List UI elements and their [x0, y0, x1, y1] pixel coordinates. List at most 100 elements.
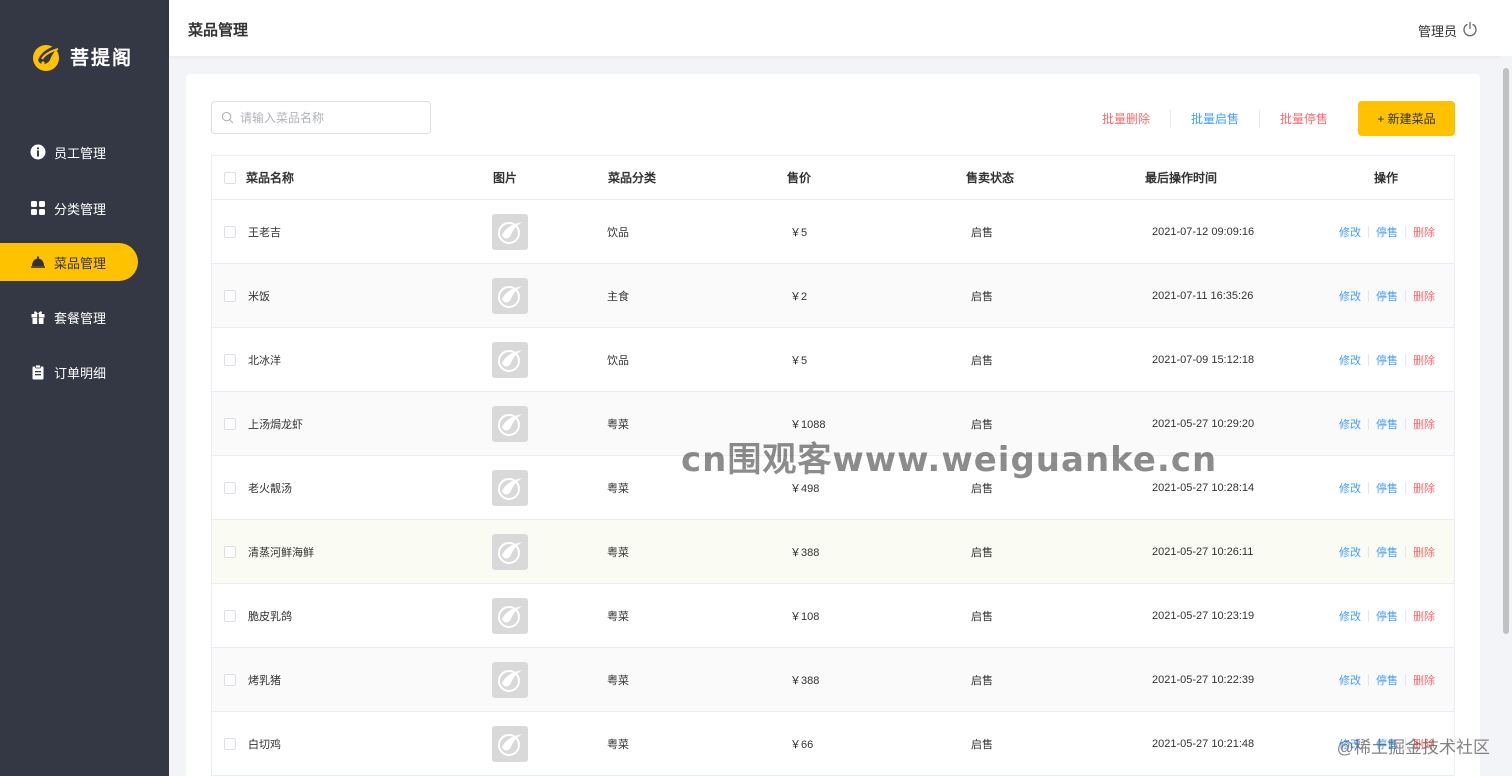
dish-thumbnail [492, 725, 528, 762]
row-actions: 修改 停售 删除 [1339, 480, 1454, 496]
sidebar-item-dishes[interactable]: 菜品管理 [0, 243, 138, 281]
dish-name: 米饭 [248, 290, 270, 303]
divider [1405, 225, 1406, 238]
row-checkbox[interactable] [224, 545, 236, 558]
row-checkbox-cell [212, 673, 246, 686]
sidebar-item-orders[interactable]: 订单明细 [0, 353, 138, 391]
dish-price: ￥66 [790, 738, 814, 751]
disable-button[interactable]: 停售 [1376, 224, 1398, 240]
delete-button[interactable]: 删除 [1413, 288, 1435, 304]
delete-button[interactable]: 删除 [1413, 416, 1435, 432]
table-row: 烤乳猪 粤菜 ￥388 启售 2021-05-27 10:22:39 修改 停售 删除 [212, 648, 1454, 712]
table-row: 王老吉 饮品 ￥5 启售 2021-07-12 09:09:16 修改 停售 删除 [212, 200, 1454, 264]
edit-button[interactable]: 修改 [1339, 288, 1361, 304]
dish-price: ￥2 [790, 290, 808, 303]
dish-name: 烤乳猪 [248, 674, 281, 687]
row-checkbox[interactable] [224, 417, 236, 430]
table-row: 北冰洋 饮品 ￥5 启售 2021-07-09 15:12:18 修改 停售 删除 [212, 328, 1454, 392]
divider [1405, 481, 1406, 494]
sidebar-item-label: 菜品管理 [54, 255, 107, 271]
scrollbar-thumb[interactable] [1503, 68, 1509, 634]
dish-image-cell [492, 597, 607, 634]
dish-status: 启售 [971, 482, 993, 495]
dish-image-cell [492, 277, 607, 314]
power-icon[interactable] [1462, 21, 1478, 37]
dish-price: ￥388 [790, 674, 820, 687]
content-card: 批量删除 批量启售 批量停售 + 新建菜品 菜品名称 图片 菜品分类 售价 售卖… [186, 74, 1480, 776]
delete-button[interactable]: 删除 [1413, 736, 1435, 752]
page-scrollbar[interactable] [1500, 56, 1512, 776]
batch-enable-button[interactable]: 批量启售 [1171, 110, 1259, 127]
disable-button[interactable]: 停售 [1376, 608, 1398, 624]
batch-disable-button[interactable]: 批量停售 [1260, 110, 1348, 127]
edit-button[interactable]: 修改 [1339, 544, 1361, 560]
dish-updated-time: 2021-07-09 15:12:18 [1152, 353, 1255, 366]
divider [1368, 737, 1369, 750]
dish-category: 主食 [607, 290, 629, 303]
disable-button[interactable]: 停售 [1376, 736, 1398, 752]
row-checkbox[interactable] [224, 673, 236, 686]
edit-button[interactable]: 修改 [1339, 352, 1361, 368]
row-checkbox[interactable] [224, 737, 236, 750]
dish-image-cell [492, 661, 607, 698]
divider [1405, 289, 1406, 302]
dish-thumbnail [492, 661, 528, 698]
dish-updated-time: 2021-05-27 10:29:20 [1152, 417, 1255, 430]
clipboard-icon [30, 364, 46, 380]
dish-status: 启售 [971, 610, 993, 623]
divider [1405, 609, 1406, 622]
dish-updated-time: 2021-05-27 10:26:11 [1152, 545, 1254, 558]
edit-button[interactable]: 修改 [1339, 416, 1361, 432]
dish-updated-time: 2021-05-27 10:23:19 [1152, 609, 1255, 622]
divider [1405, 417, 1406, 430]
divider [1405, 545, 1406, 558]
disable-button[interactable]: 停售 [1376, 544, 1398, 560]
row-checkbox[interactable] [224, 481, 236, 494]
disable-button[interactable]: 停售 [1376, 416, 1398, 432]
edit-button[interactable]: 修改 [1339, 480, 1361, 496]
disable-button[interactable]: 停售 [1376, 288, 1398, 304]
edit-button[interactable]: 修改 [1339, 608, 1361, 624]
grid-icon [30, 200, 46, 216]
dish-image-cell [492, 405, 607, 442]
dish-category: 粤菜 [607, 418, 629, 431]
row-checkbox[interactable] [224, 609, 236, 622]
row-checkbox[interactable] [224, 353, 236, 366]
disable-button[interactable]: 停售 [1376, 672, 1398, 688]
dish-thumbnail [492, 277, 528, 314]
delete-button[interactable]: 删除 [1413, 672, 1435, 688]
dish-price: ￥388 [790, 546, 820, 559]
sidebar-item-setmeals[interactable]: 套餐管理 [0, 298, 138, 336]
edit-button[interactable]: 修改 [1339, 736, 1361, 752]
delete-button[interactable]: 删除 [1413, 224, 1435, 240]
batch-delete-button[interactable]: 批量删除 [1082, 110, 1170, 127]
sidebar-item-employees[interactable]: 员工管理 [0, 133, 138, 171]
table-body: 王老吉 饮品 ￥5 启售 2021-07-12 09:09:16 修改 停售 删除米饭 主食 ￥2… [212, 200, 1454, 776]
column-header-time: 最后操作时间 [1145, 171, 1218, 185]
dish-thumbnail [492, 405, 528, 442]
delete-button[interactable]: 删除 [1413, 352, 1435, 368]
select-all-checkbox[interactable] [224, 171, 236, 184]
dish-thumbnail [492, 533, 528, 570]
search-box[interactable] [211, 101, 431, 134]
row-actions: 修改 停售 删除 [1339, 608, 1454, 624]
delete-button[interactable]: 删除 [1413, 544, 1435, 560]
sidebar-item-label: 分类管理 [54, 201, 107, 217]
disable-button[interactable]: 停售 [1376, 480, 1398, 496]
row-actions: 修改 停售 删除 [1339, 544, 1454, 560]
disable-button[interactable]: 停售 [1376, 352, 1398, 368]
row-checkbox[interactable] [224, 289, 236, 302]
user-name[interactable]: 管理员 [1418, 21, 1457, 40]
divider [1368, 289, 1369, 302]
row-checkbox[interactable] [224, 225, 236, 238]
search-input[interactable] [240, 110, 420, 125]
divider [1368, 481, 1369, 494]
row-checkbox-cell [212, 353, 246, 366]
edit-button[interactable]: 修改 [1339, 672, 1361, 688]
new-dish-button[interactable]: + 新建菜品 [1358, 101, 1455, 136]
edit-button[interactable]: 修改 [1339, 224, 1361, 240]
delete-button[interactable]: 删除 [1413, 480, 1435, 496]
dish-image-cell [492, 341, 607, 378]
delete-button[interactable]: 删除 [1413, 608, 1435, 624]
sidebar-item-categories[interactable]: 分类管理 [0, 189, 138, 227]
